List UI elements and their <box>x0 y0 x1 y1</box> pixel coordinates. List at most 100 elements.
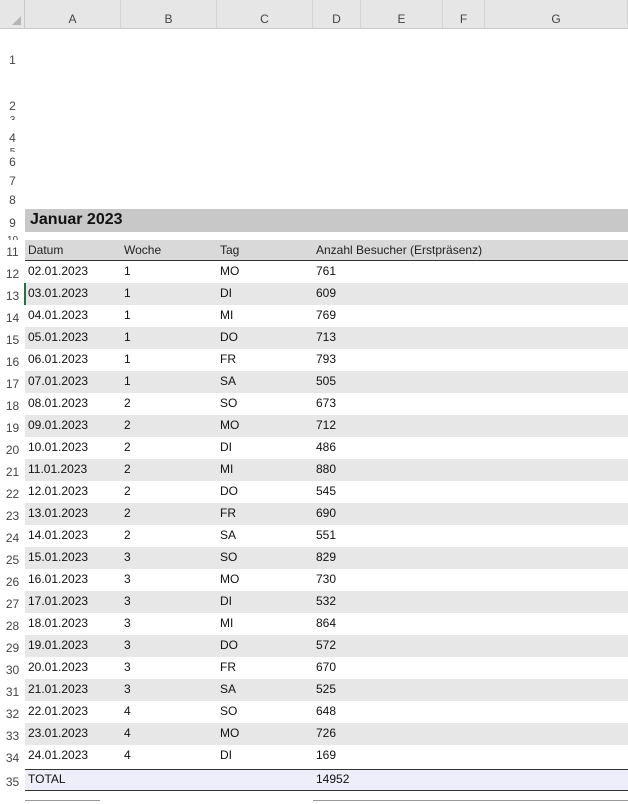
row-header-12[interactable]: 12 <box>0 261 25 283</box>
row-header-16[interactable]: 16 <box>0 349 25 371</box>
header-woche[interactable]: Woche <box>124 243 161 257</box>
cell-besucher[interactable]: 609 <box>316 286 336 300</box>
row-header-32[interactable]: 32 <box>0 701 25 723</box>
row-header-28[interactable]: 28 <box>0 613 25 635</box>
cell-woche[interactable]: 3 <box>124 638 131 652</box>
cell-besucher[interactable]: 532 <box>316 594 336 608</box>
row-header-19[interactable]: 19 <box>0 415 25 437</box>
cell-tag[interactable]: FR <box>220 506 236 520</box>
column-header-c[interactable]: C <box>217 0 313 28</box>
column-header-e[interactable]: E <box>361 0 443 28</box>
cell-woche[interactable]: 1 <box>124 308 131 322</box>
row-header-6[interactable]: 6 <box>0 152 25 171</box>
cell-tag[interactable]: MO <box>220 726 239 740</box>
cell-woche[interactable]: 4 <box>124 748 131 762</box>
cell-datum[interactable]: 12.01.2023 <box>28 484 88 498</box>
cell-woche[interactable]: 4 <box>124 704 131 718</box>
cell-datum[interactable]: 07.01.2023 <box>28 374 88 388</box>
column-header-a[interactable]: A <box>25 0 121 28</box>
cell-tag[interactable]: SA <box>220 528 236 542</box>
cell-besucher[interactable]: 505 <box>316 374 336 388</box>
cell-woche[interactable]: 2 <box>124 506 131 520</box>
cell-woche[interactable]: 2 <box>124 462 131 476</box>
cell-tag[interactable]: SA <box>220 682 236 696</box>
total-label[interactable]: TOTAL <box>28 772 66 786</box>
cell-besucher[interactable]: 880 <box>316 462 336 476</box>
column-header-d[interactable]: D <box>313 0 361 28</box>
cell-woche[interactable]: 1 <box>124 330 131 344</box>
cell-tag[interactable]: MI <box>220 308 233 322</box>
row-header-13[interactable]: 13 <box>0 283 25 305</box>
cell-tag[interactable]: SO <box>220 704 237 718</box>
row-header-1[interactable]: 1 <box>0 29 25 69</box>
cell-woche[interactable]: 2 <box>124 396 131 410</box>
cell-tag[interactable]: FR <box>220 352 236 366</box>
cell-besucher[interactable]: 486 <box>316 440 336 454</box>
cell-datum[interactable]: 22.01.2023 <box>28 704 88 718</box>
cell-tag[interactable]: MO <box>220 264 239 278</box>
column-header-g[interactable]: G <box>485 0 628 28</box>
row-header-17[interactable]: 17 <box>0 371 25 393</box>
cell-tag[interactable]: DO <box>220 330 238 344</box>
row-header-4[interactable]: 4 <box>0 120 25 147</box>
total-value[interactable]: 14952 <box>316 772 349 786</box>
row-header-7[interactable]: 7 <box>0 171 25 190</box>
cell-besucher[interactable]: 864 <box>316 616 336 630</box>
cell-woche[interactable]: 2 <box>124 440 131 454</box>
cell-datum[interactable]: 13.01.2023 <box>28 506 88 520</box>
row-header-30[interactable]: 30 <box>0 657 25 679</box>
cell-woche[interactable]: 2 <box>124 484 131 498</box>
cell-besucher[interactable]: 712 <box>316 418 336 432</box>
cell-besucher[interactable]: 829 <box>316 550 336 564</box>
cell-woche[interactable]: 1 <box>124 286 131 300</box>
cell-woche[interactable]: 2 <box>124 418 131 432</box>
row-header-8[interactable]: 8 <box>0 190 25 209</box>
cell-tag[interactable]: MI <box>220 462 233 476</box>
cell-datum[interactable]: 10.01.2023 <box>28 440 88 454</box>
row-header-25[interactable]: 25 <box>0 547 25 569</box>
cell-besucher[interactable]: 726 <box>316 726 336 740</box>
cell-besucher[interactable]: 545 <box>316 484 336 498</box>
cell-besucher[interactable]: 648 <box>316 704 336 718</box>
row-header-10[interactable]: 10 <box>0 232 25 240</box>
cell-datum[interactable]: 23.01.2023 <box>28 726 88 740</box>
cell-datum[interactable]: 16.01.2023 <box>28 572 88 586</box>
cell-datum[interactable]: 02.01.2023 <box>28 264 88 278</box>
cell-woche[interactable]: 1 <box>124 264 131 278</box>
header-datum[interactable]: Datum <box>28 243 63 257</box>
row-header-33[interactable]: 33 <box>0 723 25 745</box>
row-header-18[interactable]: 18 <box>0 393 25 415</box>
cell-datum[interactable]: 21.01.2023 <box>28 682 88 696</box>
cell-datum[interactable]: 09.01.2023 <box>28 418 88 432</box>
column-header-f[interactable]: F <box>443 0 485 28</box>
cell-besucher[interactable]: 670 <box>316 660 336 674</box>
cell-datum[interactable]: 20.01.2023 <box>28 660 88 674</box>
row-header-15[interactable]: 15 <box>0 327 25 349</box>
cell-besucher[interactable]: 730 <box>316 572 336 586</box>
row-header-22[interactable]: 22 <box>0 481 25 503</box>
cell-woche[interactable]: 4 <box>124 726 131 740</box>
cell-tag[interactable]: FR <box>220 660 236 674</box>
cell-besucher[interactable]: 572 <box>316 638 336 652</box>
cell-tag[interactable]: MO <box>220 418 239 432</box>
cell-woche[interactable]: 3 <box>124 682 131 696</box>
cell-besucher[interactable]: 793 <box>316 352 336 366</box>
cell-datum[interactable]: 11.01.2023 <box>28 462 87 476</box>
cell-tag[interactable]: DO <box>220 638 238 652</box>
row-header-20[interactable]: 20 <box>0 437 25 459</box>
cell-datum[interactable]: 08.01.2023 <box>28 396 88 410</box>
title-cell[interactable]: Januar 2023 <box>25 209 628 232</box>
row-header-31[interactable]: 31 <box>0 679 25 701</box>
cell-woche[interactable]: 3 <box>124 616 131 630</box>
cell-woche[interactable]: 3 <box>124 594 131 608</box>
cell-datum[interactable]: 14.01.2023 <box>28 528 88 542</box>
row-header-21[interactable]: 21 <box>0 459 25 481</box>
row-header-27[interactable]: 27 <box>0 591 25 613</box>
cell-besucher[interactable]: 525 <box>316 682 336 696</box>
row-header-11[interactable]: 11 <box>0 240 25 261</box>
row-header-9[interactable]: 9 <box>0 209 25 232</box>
cell-datum[interactable]: 19.01.2023 <box>28 638 88 652</box>
cell-woche[interactable]: 1 <box>124 374 131 388</box>
column-header-b[interactable]: B <box>121 0 217 28</box>
cell-woche[interactable]: 2 <box>124 528 131 542</box>
